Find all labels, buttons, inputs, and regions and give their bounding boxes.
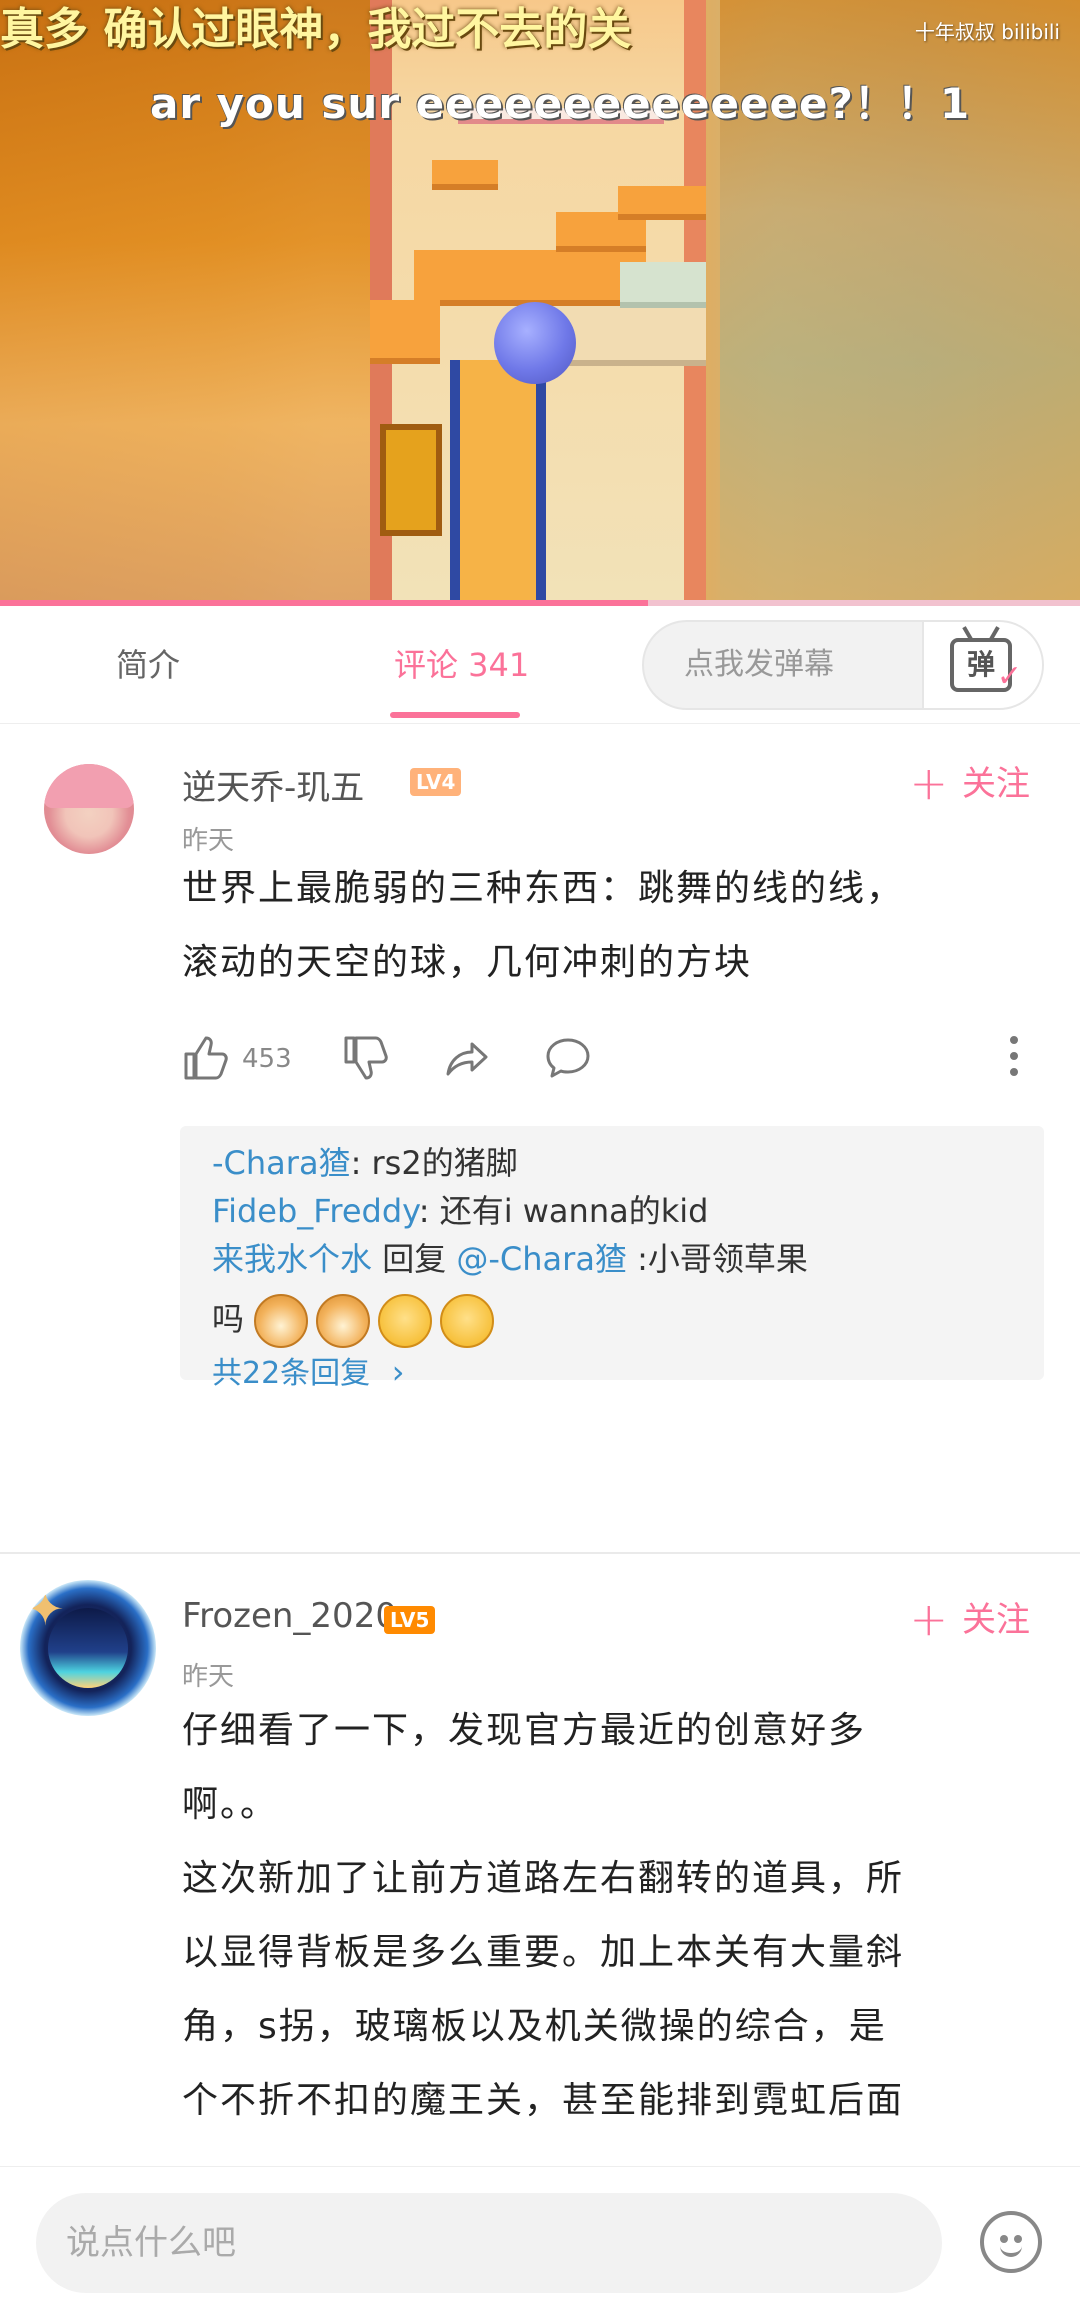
tab-bar: 简介 评论 341 点我发弹幕 弹 ✓ [0,606,1080,724]
reply-preview-box[interactable]: -Chara猹: rs2的猪脚 Fideb_Freddy: 还有i wanna的… [180,1126,1044,1391]
plus-icon: + [909,756,948,810]
comment-bubble-icon [546,1038,590,1078]
send-danmaku-placeholder: 点我发弹幕 [684,647,834,682]
reply-item-continued: 吗 [212,1294,502,1348]
game-path [450,360,546,606]
reply-button[interactable] [542,1032,594,1084]
level-badge: LV4 [410,768,462,796]
grin-emoji-icon [440,1294,495,1348]
reply-username[interactable]: 来我水个水 [212,1240,372,1278]
follow-label: 关注 [962,764,1030,804]
dislike-button[interactable] [340,1032,392,1084]
reply-mid: 回复 [372,1240,457,1278]
danmaku-toggle-button[interactable]: 弹 ✓ [922,622,1042,708]
comment-input-placeholder: 说点什么吧 [66,2223,236,2263]
active-tab-indicator [390,712,520,718]
comment-text-line: 世界上最脆弱的三种东西：跳舞的线的线， [182,868,905,909]
video-player[interactable]: 真多 确认过眼神，我过不去的关 ar you sur eeeeeeeeeeeee… [0,0,1080,606]
comment-text-line: 以显得背板是多么重要。加上本关有大量斜 [182,1932,905,1973]
avatar[interactable]: ✦ [20,1580,156,1716]
reply-mention[interactable]: @-Chara猹 [456,1240,627,1278]
comment-username[interactable]: Frozen_2020 [182,1596,397,1636]
danmaku-comment: ar you sur eeeeeeeeeeeeee?！！1 [150,79,971,128]
more-options-button[interactable] [1010,1036,1020,1082]
reply-text: 吗 [212,1300,245,1338]
comment-time: 昨天 [182,1662,235,1692]
follow-label: 关注 [962,1600,1030,1640]
bilibili-watermark: 十年叔叔 bilibili [914,20,1060,44]
reply-username[interactable]: Fideb_Freddy [212,1192,419,1230]
share-icon [446,1042,488,1076]
game-tile [556,306,706,366]
comment-time: 昨天 [182,826,235,856]
view-all-replies-label: 共22条回复 [212,1356,371,1391]
send-danmaku-field[interactable]: 点我发弹幕 弹 ✓ [642,620,1044,710]
comment-divider [0,1552,1080,1554]
dot-icon [1010,1036,1018,1044]
avatar-hair [44,764,134,808]
comment-input[interactable]: 说点什么吧 [36,2193,942,2293]
comment-text: 仔细看了一下，发现官方最近的创意好多 啊。。 这次新加了让前方道路左右翻转的道具… [182,1706,1042,2126]
emoji-eye-icon [1014,2235,1022,2243]
check-icon: ✓ [996,659,1022,694]
chevron-right-icon: › [391,1353,405,1391]
comment-text-line: 个不折不扣的魔王关，甚至能排到霓虹后面 [182,2080,905,2121]
tab-intro[interactable]: 简介 [116,606,180,724]
reply-text: 还有i wanna的kid [439,1192,709,1230]
reply-item: 来我水个水 回复 @-Chara猹 :小哥领草果 [212,1236,808,1282]
avatar[interactable] [44,764,134,854]
reply-separator: : [350,1144,372,1182]
comment-text-line: 角，s拐，玻璃板以及机关微操的综合，是 [182,2006,887,2047]
comment-username[interactable]: 逆天乔-玑五 [182,760,364,809]
game-tile [618,186,706,220]
reply-separator: : [626,1240,648,1278]
reply-separator: : [418,1192,440,1230]
star-icon: ✦ [26,1582,65,1636]
follow-button[interactable]: + 关注 [909,756,1030,810]
reply-item: Fideb_Freddy: 还有i wanna的kid [212,1188,708,1234]
game-tile [432,160,498,190]
comment-text: 世界上最脆弱的三种东西：跳舞的线的线， 滚动的天空的球，几何冲刺的方块 [182,864,1042,988]
game-tile [480,250,556,306]
reply-text: rs2的猪脚 [371,1144,518,1182]
comment-item: ✦ Frozen_2020 LV5 + 关注 昨天 仔细看了一下，发现官方最近的创… [0,1556,1080,2166]
thumbs-up-icon [184,1036,228,1080]
smile-icon [1000,2245,1022,2257]
plus-icon: + [909,1592,948,1646]
dot-icon [1010,1052,1018,1060]
reply-username[interactable]: -Chara猹 [212,1144,351,1182]
video-title-text: 真多 确认过眼神，我过不去的关 [0,4,632,55]
emoji-eye-icon [1000,2235,1008,2243]
thumbs-down-icon [344,1036,388,1080]
view-all-replies-link[interactable]: 共22条回复 › [212,1348,405,1392]
comment-item: 逆天乔-玑五 LV4 + 关注 昨天 世界上最脆弱的三种东西：跳舞的线的线， 滚动… [0,724,1080,1554]
like-count: 453 [242,1044,292,1074]
game-tile [370,300,440,364]
dot-icon [1010,1068,1018,1076]
like-button[interactable] [180,1032,232,1084]
grin-emoji-icon [378,1294,433,1348]
tab-comments[interactable]: 评论 341 [394,606,529,724]
comment-text-line: 滚动的天空的球，几何冲刺的方块 [182,942,753,983]
reply-item: -Chara猹: rs2的猪脚 [212,1140,518,1186]
emoji-picker-button[interactable] [980,2211,1042,2273]
game-tile [620,262,706,308]
comment-text-line: 啊。。 [182,1784,279,1825]
level-badge: LV5 [384,1606,436,1634]
comment-text-line: 这次新加了让前方道路左右翻转的道具，所 [182,1858,905,1899]
doge-emoji-icon [254,1294,309,1348]
game-ball [494,302,576,384]
video-title: 真多 确认过眼神，我过不去的关 [0,4,900,56]
reply-text: 小哥领草果 [647,1240,808,1278]
comment-input-bar: 说点什么吧 [0,2166,1080,2316]
doge-emoji-icon [316,1294,371,1348]
comment-text-line: 仔细看了一下，发现官方最近的创意好多 [182,1710,867,1751]
follow-button[interactable]: + 关注 [909,1592,1030,1646]
comment-actions: 453 [180,1032,1040,1092]
game-crate [380,424,442,536]
share-button[interactable] [440,1032,492,1084]
